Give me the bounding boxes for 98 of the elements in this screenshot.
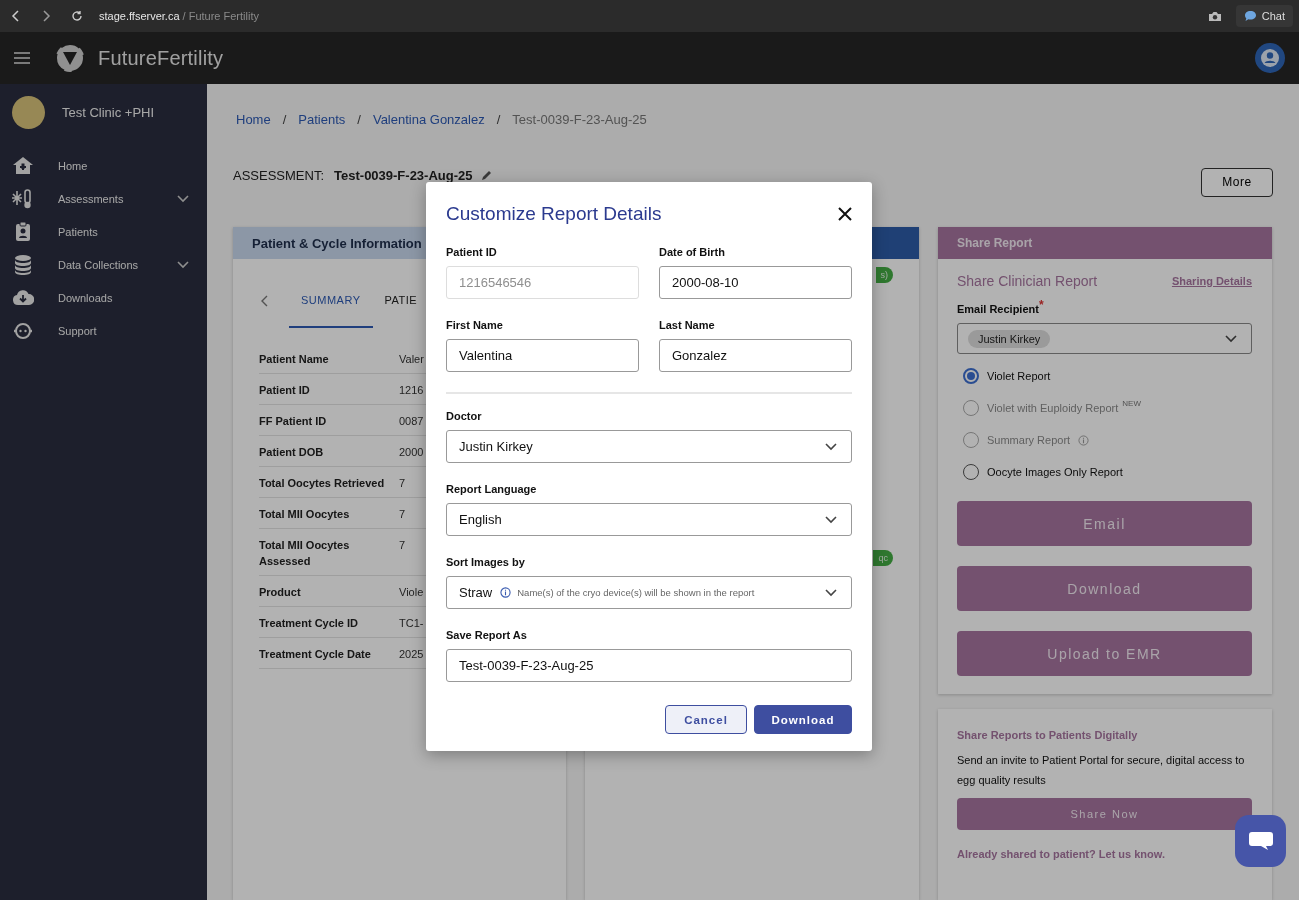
field-value: 7 (399, 476, 406, 491)
field-value: 2000 (399, 445, 424, 460)
forward-icon[interactable] (41, 10, 51, 22)
field-label: Save Report As (446, 629, 528, 643)
field-label: Total Oocytes Retrieved (259, 476, 386, 491)
recipient-select[interactable]: Justin Kirkey (957, 323, 1252, 354)
section-title: Share Clinician Report (957, 273, 1098, 289)
back-icon[interactable] (11, 10, 21, 22)
sidebar-item[interactable]: Patients (12, 215, 207, 248)
breadcrumb-separator: / (357, 111, 361, 127)
option-label: Summary Report (987, 434, 1071, 446)
field-label: FF Patient ID (259, 414, 328, 429)
chevron-down-icon (825, 515, 837, 524)
field-label: First Name (446, 319, 504, 333)
camera-icon[interactable] (1207, 10, 1222, 22)
field-label: Patient ID (259, 383, 311, 398)
tab[interactable]: SUMMARY (289, 274, 373, 328)
clinic-avatar (12, 96, 45, 129)
field-label: Date of Birth (659, 246, 726, 260)
status-badge: s) (875, 267, 893, 283)
radio-button[interactable] (963, 368, 979, 384)
field-label: Treatment Cycle ID (259, 616, 360, 631)
field-label: Total MII Oocytes (259, 507, 351, 522)
sidebar-item[interactable]: Data Collections (12, 248, 207, 281)
new-tag: NEW (1122, 399, 1141, 408)
chevron-down-icon (825, 442, 837, 451)
status-badge: qc (873, 550, 893, 566)
field-value: Viole (399, 585, 424, 600)
breadcrumb-current: Test-0039-F-23-Aug-25 (512, 111, 647, 127)
more-button[interactable]: More (1201, 167, 1273, 197)
breadcrumb-separator: / (496, 111, 501, 127)
field-value: 2025 (399, 647, 424, 662)
field-label: Patient DOB (259, 445, 325, 460)
user-avatar-icon[interactable] (1255, 43, 1285, 73)
breadcrumb-separator: / (282, 111, 287, 127)
card-title: Share Reports to Patients Digitally (957, 729, 1139, 741)
field-label: Patient Name (259, 352, 330, 367)
field-label: Doctor (446, 410, 483, 424)
breadcrumb-link[interactable]: Home (236, 111, 271, 127)
snowflake-thermometer-icon (12, 187, 34, 210)
field-label: Patient ID (446, 246, 498, 260)
info-icon (500, 587, 512, 598)
text-field[interactable]: Test-0039-F-23-Aug-25 (446, 649, 852, 682)
field-label: Product (259, 585, 302, 600)
menu-icon[interactable] (14, 52, 30, 64)
assessment-name: Test-0039-F-23-Aug-25 (334, 167, 473, 183)
speech-bubble-icon (1243, 10, 1257, 22)
chevron-left-icon[interactable] (261, 295, 269, 307)
sidebar-item[interactable]: Downloads (12, 281, 207, 314)
panel-header: Share Report (938, 227, 1272, 259)
dropdown[interactable]: Straw Name(s) of the cryo device(s) will be shown in the report (446, 576, 852, 609)
breadcrumb-link[interactable]: Patients (298, 111, 346, 127)
chevron-down-icon (825, 588, 837, 597)
logo-icon (54, 42, 86, 74)
option-label: Violet with Euploidy Report (987, 402, 1119, 414)
field-label: Total MII Oocytes Assessed (259, 538, 351, 569)
close-icon[interactable] (838, 207, 852, 221)
field-label: Email Recipient (957, 303, 1039, 317)
text-field[interactable]: 2000-08-10 (659, 266, 852, 299)
field-label: Treatment Cycle Date (259, 647, 372, 662)
dropdown[interactable]: Justin Kirkey (446, 430, 852, 463)
text-field[interactable]: Gonzalez (659, 339, 852, 372)
clinic-name: Test Clinic +PHI (62, 105, 155, 120)
option-label: Oocyte Images Only Report (987, 466, 1123, 478)
sidebar-item[interactable]: Support (12, 314, 207, 347)
chat-bubble-icon (1247, 831, 1274, 851)
recipient-chip[interactable]: Justin Kirkey (968, 329, 1051, 348)
field-value: 0087 (399, 414, 424, 429)
field-value: Valer (399, 352, 424, 367)
field-value: 7 (399, 538, 406, 553)
required-mark: * (1038, 298, 1044, 312)
assessment-label: ASSESSMENT: (233, 167, 325, 183)
field-value: 1216 (399, 383, 424, 398)
text-field[interactable]: Valentina (446, 339, 639, 372)
chevron-down-icon (1225, 334, 1237, 343)
tab[interactable]: PATIE (372, 274, 430, 328)
sidebar-item[interactable]: Assessments (12, 182, 207, 215)
field-label: Report Language (446, 483, 538, 497)
brand-name: FutureFertility (98, 46, 224, 70)
dropdown[interactable]: English (446, 503, 852, 536)
chat-button[interactable]: Chat (1235, 5, 1293, 27)
reload-icon[interactable] (71, 10, 83, 22)
field-value: TC1- (399, 616, 424, 631)
card-text: Send an invite to Patient Portal for secure, digital access to egg quality results (957, 753, 1246, 788)
breadcrumb-link[interactable]: Valentina Gonzalez (372, 111, 485, 127)
address-bar[interactable]: stage.ffserver.ca / Future Fertility (99, 10, 259, 22)
download-button[interactable]: Download (754, 705, 852, 734)
option-label: Violet Report (987, 370, 1051, 382)
home-icon (12, 154, 34, 177)
field-label: Last Name (659, 319, 716, 333)
field-label: Sort Images by (446, 556, 526, 570)
chat-widget-button[interactable] (1235, 815, 1286, 867)
sidebar-item[interactable]: Home (12, 149, 207, 182)
cancel-button[interactable]: Cancel (665, 705, 747, 734)
field-value: 7 (399, 507, 406, 522)
database-icon (12, 253, 34, 276)
hint-text: Name(s) of the cryo device(s) will be shown in the report (517, 587, 755, 598)
dialog-title: Customize Report Details (446, 203, 662, 225)
